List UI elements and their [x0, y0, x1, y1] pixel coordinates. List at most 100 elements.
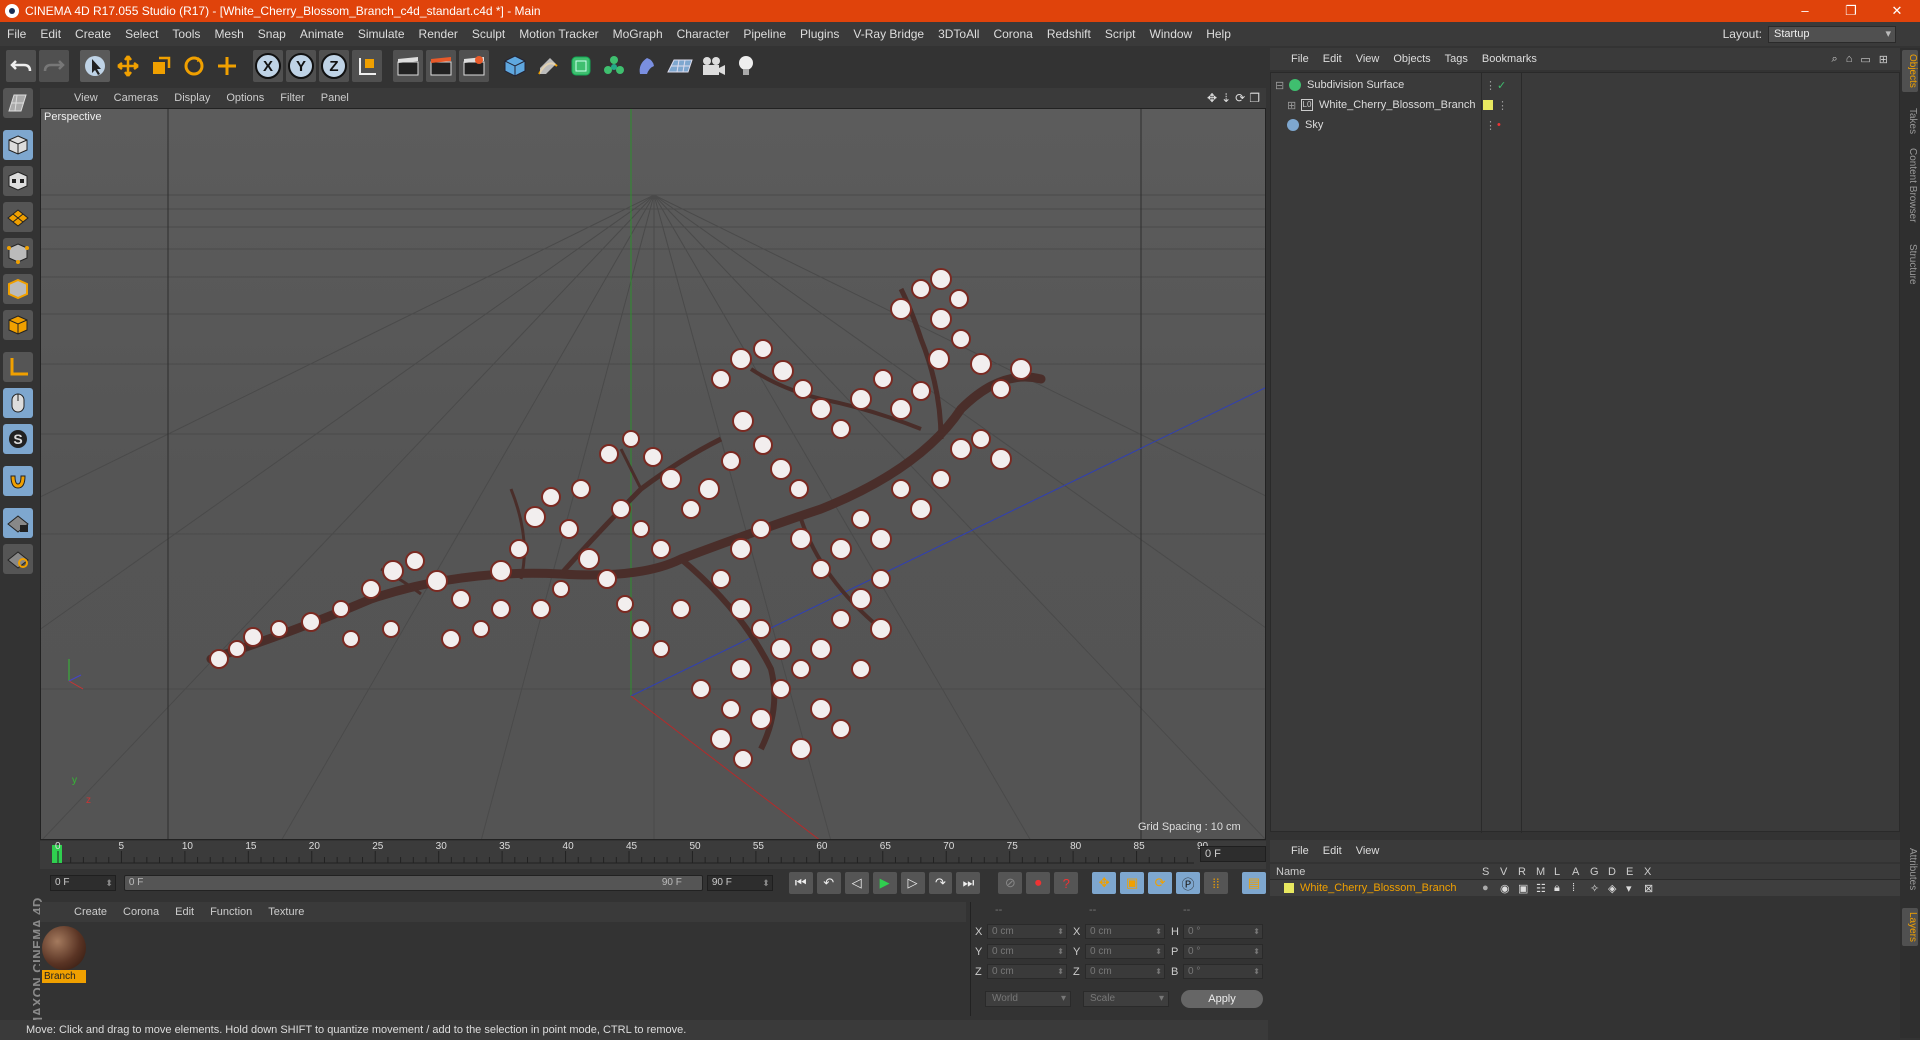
- viewport-menu-options[interactable]: Options: [218, 92, 272, 104]
- expand-toggle-icon[interactable]: ⊞: [1287, 99, 1297, 112]
- apply-button[interactable]: Apply: [1181, 990, 1263, 1008]
- material-menu-create[interactable]: Create: [66, 906, 115, 918]
- material-menu-texture[interactable]: Texture: [260, 906, 312, 918]
- material-menu-edit[interactable]: Edit: [167, 906, 202, 918]
- menu-file[interactable]: File: [0, 27, 33, 41]
- y-axis-lock-button[interactable]: Y: [286, 50, 316, 82]
- menu-simulate[interactable]: Simulate: [351, 27, 412, 41]
- viewport-menu-display[interactable]: Display: [166, 92, 218, 104]
- redo-button[interactable]: [39, 50, 69, 82]
- solo-toggle-icon[interactable]: ●: [1482, 882, 1500, 894]
- viewport-camera-label[interactable]: Perspective: [44, 111, 101, 123]
- xref-toggle-icon[interactable]: ⊠: [1644, 882, 1662, 895]
- scale-tool-button[interactable]: [146, 50, 176, 82]
- menu-sculpt[interactable]: Sculpt: [465, 27, 512, 41]
- disabled-dot-icon[interactable]: •: [1497, 119, 1501, 131]
- material-preview-ball[interactable]: [42, 926, 86, 970]
- z-axis-lock-button[interactable]: Z: [319, 50, 349, 82]
- zoom-view-icon[interactable]: ⇣: [1221, 91, 1231, 105]
- object-menu-view[interactable]: View: [1349, 53, 1387, 65]
- rotation-h-field[interactable]: 0 °: [1183, 924, 1263, 939]
- maximize-view-icon[interactable]: ❐: [1249, 91, 1260, 105]
- search-icon[interactable]: ⌕: [1832, 53, 1838, 66]
- move-tool-button[interactable]: [113, 50, 143, 82]
- object-menu-bookmarks[interactable]: Bookmarks: [1475, 53, 1544, 65]
- snap-button[interactable]: [3, 466, 33, 496]
- size-x-field[interactable]: 0 cm: [1085, 924, 1165, 939]
- tweak-mode-button[interactable]: [3, 388, 33, 418]
- render-view-button[interactable]: [393, 50, 423, 82]
- rotate-tool-button[interactable]: [179, 50, 209, 82]
- close-button[interactable]: ✕: [1874, 3, 1920, 19]
- menu-pipeline[interactable]: Pipeline: [736, 27, 793, 41]
- go-to-end-button[interactable]: ⏭: [956, 872, 981, 894]
- collapse-icon[interactable]: ▭: [1860, 53, 1870, 66]
- manager-toggle-icon[interactable]: ☷: [1536, 882, 1554, 895]
- visibility-dots-icon[interactable]: ⋮: [1485, 79, 1496, 92]
- menu-redshift[interactable]: Redshift: [1040, 27, 1098, 41]
- go-to-start-button[interactable]: ⏮: [788, 872, 813, 894]
- menu-character[interactable]: Character: [670, 27, 737, 41]
- size-z-field[interactable]: 0 cm: [1085, 964, 1165, 979]
- texture-mode-button[interactable]: [3, 166, 33, 196]
- animation-toggle-icon[interactable]: ⁞: [1572, 882, 1590, 894]
- menu-window[interactable]: Window: [1143, 27, 1200, 41]
- render-settings-button[interactable]: [459, 50, 489, 82]
- coordinate-system-button[interactable]: [352, 50, 382, 82]
- tab-takes[interactable]: Takes: [1902, 108, 1918, 134]
- size-y-field[interactable]: 0 cm: [1085, 944, 1165, 959]
- position-y-field[interactable]: 0 cm: [987, 944, 1067, 959]
- menu-select[interactable]: Select: [118, 27, 165, 41]
- subdivision-surface-button[interactable]: [566, 50, 596, 82]
- layer-color-swatch[interactable]: [1284, 883, 1294, 893]
- menu-mesh[interactable]: Mesh: [207, 27, 250, 41]
- render-to-picture-viewer-button[interactable]: [426, 50, 456, 82]
- menu-script[interactable]: Script: [1098, 27, 1143, 41]
- menu-motion-tracker[interactable]: Motion Tracker: [512, 27, 605, 41]
- floor-button[interactable]: [665, 50, 695, 82]
- axis-mode-button[interactable]: [3, 352, 33, 382]
- cloner-button[interactable]: [599, 50, 629, 82]
- generators-toggle-icon[interactable]: ✧: [1590, 882, 1608, 895]
- previous-key-button[interactable]: ↶: [816, 872, 841, 894]
- view-toggle-icon[interactable]: ◉: [1500, 882, 1518, 895]
- menu-3dtoall[interactable]: 3DToAll: [931, 27, 986, 41]
- layer-menu-view[interactable]: View: [1349, 845, 1387, 857]
- x-axis-lock-button[interactable]: X: [253, 50, 283, 82]
- tab-attributes[interactable]: Attributes: [1902, 848, 1918, 890]
- rotation-b-field[interactable]: 0 °: [1183, 964, 1263, 979]
- tab-layers[interactable]: Layers: [1902, 908, 1918, 947]
- viewport-menu-filter[interactable]: Filter: [272, 92, 312, 104]
- visibility-dots-icon[interactable]: ⋮: [1497, 99, 1508, 112]
- visibility-dots-icon[interactable]: ⋮: [1485, 119, 1496, 132]
- camera-button[interactable]: [698, 50, 728, 82]
- start-frame-field[interactable]: 0 F: [50, 875, 116, 891]
- solo-mode-button[interactable]: S: [3, 424, 33, 454]
- layer-menu-file[interactable]: File: [1284, 845, 1316, 857]
- expressions-toggle-icon[interactable]: ▾: [1626, 882, 1644, 895]
- preview-range-slider[interactable]: 0 F 90 F: [123, 875, 703, 891]
- object-menu-tags[interactable]: Tags: [1438, 53, 1475, 65]
- object-row-subdivision-surface[interactable]: ⊟ Subdivision Surface ⋮ ✓: [1271, 75, 1899, 95]
- material-list-area[interactable]: [40, 922, 966, 1016]
- current-frame-field[interactable]: 0 F: [1200, 846, 1266, 862]
- material-menu-function[interactable]: Function: [202, 906, 260, 918]
- undo-button[interactable]: [6, 50, 36, 82]
- play-button[interactable]: ▶: [872, 872, 897, 894]
- object-manager-list[interactable]: ⊟ Subdivision Surface ⋮ ✓ ⊞ L0 White_Che…: [1270, 72, 1900, 833]
- object-row-sky[interactable]: Sky ⋮ •: [1271, 115, 1899, 135]
- planar-workplane-button[interactable]: [3, 544, 33, 574]
- layer-menu-edit[interactable]: Edit: [1316, 845, 1349, 857]
- end-frame-field[interactable]: 90 F: [706, 875, 773, 891]
- object-menu-objects[interactable]: Objects: [1386, 53, 1437, 65]
- menu-snap[interactable]: Snap: [251, 27, 293, 41]
- deformer-button[interactable]: [632, 50, 662, 82]
- object-menu-edit[interactable]: Edit: [1316, 53, 1349, 65]
- expand-toggle-icon[interactable]: ⊟: [1275, 79, 1285, 92]
- timeline-window-button[interactable]: ▤: [1241, 872, 1266, 894]
- make-editable-button[interactable]: [3, 88, 33, 118]
- points-mode-button[interactable]: [3, 238, 33, 268]
- menu-tools[interactable]: Tools: [165, 27, 207, 41]
- key-rotation-button[interactable]: ⟳: [1148, 872, 1173, 894]
- next-frame-button[interactable]: ▷: [900, 872, 925, 894]
